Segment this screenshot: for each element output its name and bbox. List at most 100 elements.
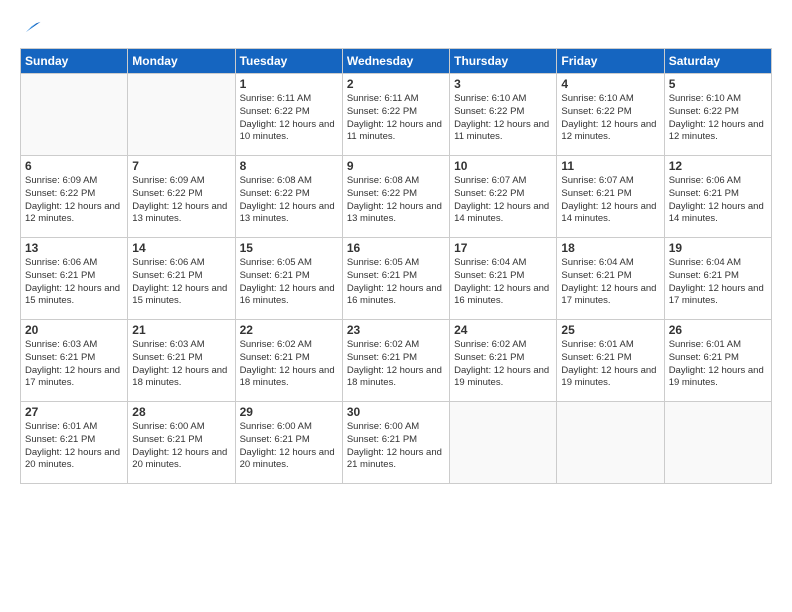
day-number: 20: [25, 323, 123, 337]
header: [20, 16, 772, 38]
day-info: Sunrise: 6:02 AM Sunset: 6:21 PM Dayligh…: [240, 339, 338, 390]
day-number: 16: [347, 241, 445, 255]
page: Sunday Monday Tuesday Wednesday Thursday…: [0, 0, 792, 612]
day-info: Sunrise: 6:05 AM Sunset: 6:21 PM Dayligh…: [347, 257, 445, 308]
col-tuesday: Tuesday: [235, 49, 342, 74]
day-cell: 22 Sunrise: 6:02 AM Sunset: 6:21 PM Dayli…: [235, 320, 342, 402]
day-number: 1: [240, 77, 338, 91]
day-number: 19: [669, 241, 767, 255]
day-info: Sunrise: 6:04 AM Sunset: 6:21 PM Dayligh…: [669, 257, 767, 308]
day-cell: 17 Sunrise: 6:04 AM Sunset: 6:21 PM Dayli…: [450, 238, 557, 320]
col-saturday: Saturday: [664, 49, 771, 74]
day-info: Sunrise: 6:02 AM Sunset: 6:21 PM Dayligh…: [454, 339, 552, 390]
day-info: Sunrise: 6:06 AM Sunset: 6:21 PM Dayligh…: [669, 175, 767, 226]
week-row-2: 6Sunrise: 6:09 AM Sunset: 6:22 PM Daylig…: [21, 156, 772, 238]
day-number: 2: [347, 77, 445, 91]
day-info: Sunrise: 6:10 AM Sunset: 6:22 PM Dayligh…: [561, 93, 659, 144]
day-cell: 8 Sunrise: 6:08 AM Sunset: 6:22 PM Daylig…: [235, 156, 342, 238]
day-cell: 19 Sunrise: 6:04 AM Sunset: 6:21 PM Dayli…: [664, 238, 771, 320]
day-number: 21: [132, 323, 230, 337]
week-row-1: 1 Sunrise: 6:11 AM Sunset: 6:22 PM Daylig…: [21, 74, 772, 156]
day-info: Sunrise: 6:07 AM Sunset: 6:21 PM Dayligh…: [561, 175, 659, 226]
day-cell: [664, 402, 771, 484]
header-row: Sunday Monday Tuesday Wednesday Thursday…: [21, 49, 772, 74]
day-number: 27: [25, 405, 123, 419]
day-number: 9: [347, 159, 445, 173]
day-cell: 28Sunrise: 6:00 AM Sunset: 6:21 PM Dayli…: [128, 402, 235, 484]
calendar-body: 1 Sunrise: 6:11 AM Sunset: 6:22 PM Daylig…: [21, 74, 772, 484]
day-number: 3: [454, 77, 552, 91]
day-info: Sunrise: 6:09 AM Sunset: 6:22 PM Dayligh…: [132, 175, 230, 226]
day-info: Sunrise: 6:05 AM Sunset: 6:21 PM Dayligh…: [240, 257, 338, 308]
day-info: Sunrise: 6:02 AM Sunset: 6:21 PM Dayligh…: [347, 339, 445, 390]
day-info: Sunrise: 6:03 AM Sunset: 6:21 PM Dayligh…: [132, 339, 230, 390]
day-cell: 12 Sunrise: 6:06 AM Sunset: 6:21 PM Dayli…: [664, 156, 771, 238]
day-info: Sunrise: 6:10 AM Sunset: 6:22 PM Dayligh…: [669, 93, 767, 144]
day-number: 26: [669, 323, 767, 337]
day-number: 5: [669, 77, 767, 91]
day-cell: 30 Sunrise: 6:00 AM Sunset: 6:21 PM Dayli…: [342, 402, 449, 484]
day-info: Sunrise: 6:10 AM Sunset: 6:22 PM Dayligh…: [454, 93, 552, 144]
week-row-5: 27 Sunrise: 6:01 AM Sunset: 6:21 PM Dayli…: [21, 402, 772, 484]
day-number: 30: [347, 405, 445, 419]
day-number: 11: [561, 159, 659, 173]
day-info: Sunrise: 6:00 AM Sunset: 6:21 PM Dayligh…: [347, 421, 445, 472]
day-number: 15: [240, 241, 338, 255]
day-cell: 3 Sunrise: 6:10 AM Sunset: 6:22 PM Daylig…: [450, 74, 557, 156]
day-info: Sunrise: 6:00 AM Sunset: 6:21 PM Dayligh…: [240, 421, 338, 472]
day-number: 23: [347, 323, 445, 337]
day-cell: 15 Sunrise: 6:05 AM Sunset: 6:21 PM Dayli…: [235, 238, 342, 320]
day-info: Sunrise: 6:04 AM Sunset: 6:21 PM Dayligh…: [561, 257, 659, 308]
day-cell: [557, 402, 664, 484]
day-cell: 23 Sunrise: 6:02 AM Sunset: 6:21 PM Dayli…: [342, 320, 449, 402]
day-cell: 10 Sunrise: 6:07 AM Sunset: 6:22 PM Dayli…: [450, 156, 557, 238]
col-thursday: Thursday: [450, 49, 557, 74]
calendar-table: Sunday Monday Tuesday Wednesday Thursday…: [20, 48, 772, 484]
day-info: Sunrise: 6:04 AM Sunset: 6:21 PM Dayligh…: [454, 257, 552, 308]
day-info: Sunrise: 6:08 AM Sunset: 6:22 PM Dayligh…: [347, 175, 445, 226]
day-info: Sunrise: 6:03 AM Sunset: 6:21 PM Dayligh…: [25, 339, 123, 390]
day-number: 10: [454, 159, 552, 173]
day-cell: 1 Sunrise: 6:11 AM Sunset: 6:22 PM Daylig…: [235, 74, 342, 156]
day-info: Sunrise: 6:06 AM Sunset: 6:21 PM Dayligh…: [132, 257, 230, 308]
day-cell: 4 Sunrise: 6:10 AM Sunset: 6:22 PM Daylig…: [557, 74, 664, 156]
day-cell: 13 Sunrise: 6:06 AM Sunset: 6:21 PM Dayli…: [21, 238, 128, 320]
day-number: 28: [132, 405, 230, 419]
day-cell: 26Sunrise: 6:01 AM Sunset: 6:21 PM Dayli…: [664, 320, 771, 402]
day-cell: 27 Sunrise: 6:01 AM Sunset: 6:21 PM Dayli…: [21, 402, 128, 484]
day-number: 24: [454, 323, 552, 337]
day-info: Sunrise: 6:11 AM Sunset: 6:22 PM Dayligh…: [347, 93, 445, 144]
col-wednesday: Wednesday: [342, 49, 449, 74]
day-number: 25: [561, 323, 659, 337]
day-number: 17: [454, 241, 552, 255]
day-info: Sunrise: 6:11 AM Sunset: 6:22 PM Dayligh…: [240, 93, 338, 144]
day-info: Sunrise: 6:09 AM Sunset: 6:22 PM Dayligh…: [25, 175, 123, 226]
col-friday: Friday: [557, 49, 664, 74]
day-info: Sunrise: 6:06 AM Sunset: 6:21 PM Dayligh…: [25, 257, 123, 308]
day-cell: [128, 74, 235, 156]
day-cell: 6Sunrise: 6:09 AM Sunset: 6:22 PM Daylig…: [21, 156, 128, 238]
day-number: 14: [132, 241, 230, 255]
week-row-4: 20 Sunrise: 6:03 AM Sunset: 6:21 PM Dayli…: [21, 320, 772, 402]
logo-icon: [20, 16, 42, 38]
day-info: Sunrise: 6:01 AM Sunset: 6:21 PM Dayligh…: [561, 339, 659, 390]
day-info: Sunrise: 6:07 AM Sunset: 6:22 PM Dayligh…: [454, 175, 552, 226]
day-number: 22: [240, 323, 338, 337]
day-info: Sunrise: 6:01 AM Sunset: 6:21 PM Dayligh…: [25, 421, 123, 472]
week-row-3: 13 Sunrise: 6:06 AM Sunset: 6:21 PM Dayli…: [21, 238, 772, 320]
day-cell: 24 Sunrise: 6:02 AM Sunset: 6:21 PM Dayli…: [450, 320, 557, 402]
col-sunday: Sunday: [21, 49, 128, 74]
day-cell: 21 Sunrise: 6:03 AM Sunset: 6:21 PM Dayli…: [128, 320, 235, 402]
day-number: 8: [240, 159, 338, 173]
day-cell: 18Sunrise: 6:04 AM Sunset: 6:21 PM Dayli…: [557, 238, 664, 320]
day-cell: 14 Sunrise: 6:06 AM Sunset: 6:21 PM Dayli…: [128, 238, 235, 320]
day-number: 4: [561, 77, 659, 91]
day-number: 13: [25, 241, 123, 255]
day-number: 7: [132, 159, 230, 173]
day-info: Sunrise: 6:08 AM Sunset: 6:22 PM Dayligh…: [240, 175, 338, 226]
day-cell: 20 Sunrise: 6:03 AM Sunset: 6:21 PM Dayli…: [21, 320, 128, 402]
day-cell: 29Sunrise: 6:00 AM Sunset: 6:21 PM Dayli…: [235, 402, 342, 484]
day-number: 12: [669, 159, 767, 173]
day-cell: 5 Sunrise: 6:10 AM Sunset: 6:22 PM Daylig…: [664, 74, 771, 156]
day-cell: 9 Sunrise: 6:08 AM Sunset: 6:22 PM Daylig…: [342, 156, 449, 238]
